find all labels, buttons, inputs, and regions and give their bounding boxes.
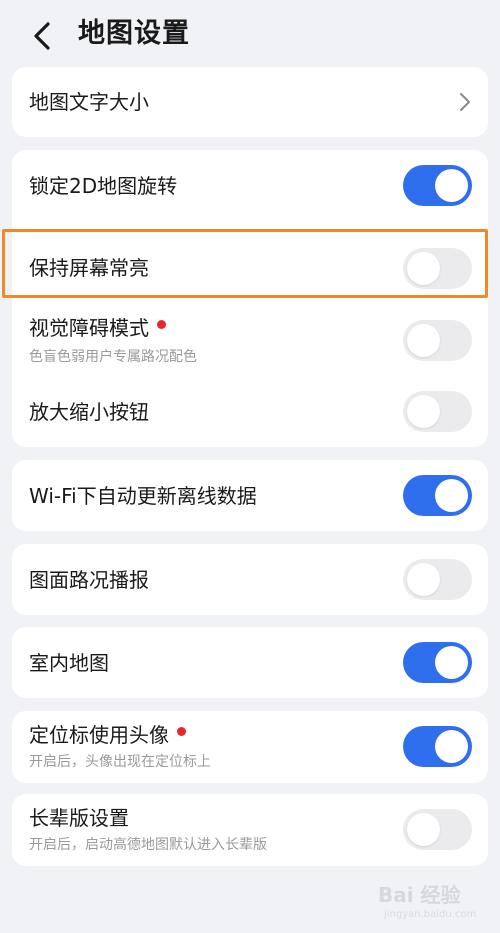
row-keep-screen-on: 保持屏幕常亮 (12, 232, 488, 304)
toggle-knob (407, 324, 440, 357)
card-avatar-marker: 定位标使用头像 开启后，头像出现在定位标上 (12, 711, 488, 783)
row-indoor-map: 室内地图 (12, 627, 488, 698)
card-display-settings: 锁定2D地图旋转 保持屏幕常亮 视觉障碍模式 色盲色弱用户专属路况配色 放大缩小… (12, 150, 488, 447)
elder-mode-toggle[interactable] (403, 809, 472, 850)
row-avatar-marker-text: 定位标使用头像 (29, 723, 169, 747)
toggle-knob (407, 563, 440, 596)
toggle-knob (435, 646, 468, 679)
indoor-map-toggle[interactable] (403, 642, 472, 683)
toggle-knob (407, 252, 440, 285)
card-elder-mode: 长辈版设置 开启后，启动高德地图默认进入长辈版 (12, 794, 488, 866)
card-indoor-map: 室内地图 (12, 627, 488, 698)
page-title: 地图设置 (78, 18, 190, 49)
row-zoom-buttons: 放大缩小按钮 (12, 376, 488, 447)
row-wifi-update: Wi-Fi下自动更新离线数据 (12, 460, 488, 531)
top-bar: 地图设置 (0, 0, 500, 70)
toggle-knob (435, 169, 468, 202)
row-vision-mode-subtitle: 色盲色弱用户专属路况配色 (29, 349, 197, 365)
wifi-update-toggle[interactable] (403, 475, 472, 516)
row-keep-screen-on-label: 保持屏幕常亮 (29, 256, 149, 280)
toggle-knob (407, 813, 440, 846)
new-badge-dot (157, 320, 166, 329)
back-button[interactable] (26, 18, 62, 54)
toggle-knob (407, 395, 440, 428)
row-wifi-update-label: Wi-Fi下自动更新离线数据 (29, 484, 257, 508)
row-traffic-broadcast-label: 图面路况播报 (29, 568, 149, 592)
watermark: Bai 经验 jingyan.baidu.com (378, 875, 490, 925)
row-traffic-broadcast: 图面路况播报 (12, 544, 488, 615)
row-avatar-marker-label: 定位标使用头像 (29, 722, 186, 748)
watermark-url: jingyan.baidu.com (384, 909, 477, 920)
row-vision-mode-label: 视觉障碍模式 (29, 315, 166, 341)
row-zoom-buttons-label: 放大缩小按钮 (29, 400, 149, 424)
card-traffic-broadcast: 图面路况播报 (12, 544, 488, 615)
row-elder-mode-label: 长辈版设置 (29, 806, 129, 830)
avatar-marker-toggle[interactable] (403, 726, 472, 767)
card-wifi-update: Wi-Fi下自动更新离线数据 (12, 460, 488, 531)
vision-mode-toggle[interactable] (403, 320, 472, 361)
settings-page: 地图设置 地图文字大小 锁定2D地图旋转 保持屏幕常亮 视觉障碍模式 色盲色弱用… (0, 0, 500, 933)
zoom-buttons-toggle[interactable] (403, 391, 472, 432)
row-elder-mode: 长辈版设置 开启后，启动高德地图默认进入长辈版 (12, 794, 488, 866)
new-badge-dot (177, 727, 186, 736)
chevron-right-icon (460, 93, 470, 111)
row-elder-mode-subtitle: 开启后，启动高德地图默认进入长辈版 (29, 837, 267, 853)
toggle-knob (435, 479, 468, 512)
toggle-knob (435, 730, 468, 763)
row-vision-mode-text: 视觉障碍模式 (29, 316, 149, 340)
row-avatar-marker: 定位标使用头像 开启后，头像出现在定位标上 (12, 711, 488, 783)
watermark-text: Bai 经验 (378, 883, 461, 907)
row-indoor-map-label: 室内地图 (29, 651, 109, 675)
row-vision-mode: 视觉障碍模式 色盲色弱用户专属路况配色 (12, 304, 488, 376)
back-arrow-icon (34, 22, 50, 50)
lock-rotation-toggle[interactable] (403, 165, 472, 206)
row-text-size[interactable]: 地图文字大小 (12, 67, 488, 137)
card-text-size: 地图文字大小 (12, 67, 488, 137)
keep-screen-on-toggle[interactable] (403, 248, 472, 289)
row-lock-rotation-label: 锁定2D地图旋转 (29, 174, 178, 198)
row-avatar-marker-subtitle: 开启后，头像出现在定位标上 (29, 754, 211, 770)
traffic-broadcast-toggle[interactable] (403, 559, 472, 600)
row-text-size-label: 地图文字大小 (29, 90, 149, 114)
row-lock-rotation: 锁定2D地图旋转 (12, 150, 488, 222)
